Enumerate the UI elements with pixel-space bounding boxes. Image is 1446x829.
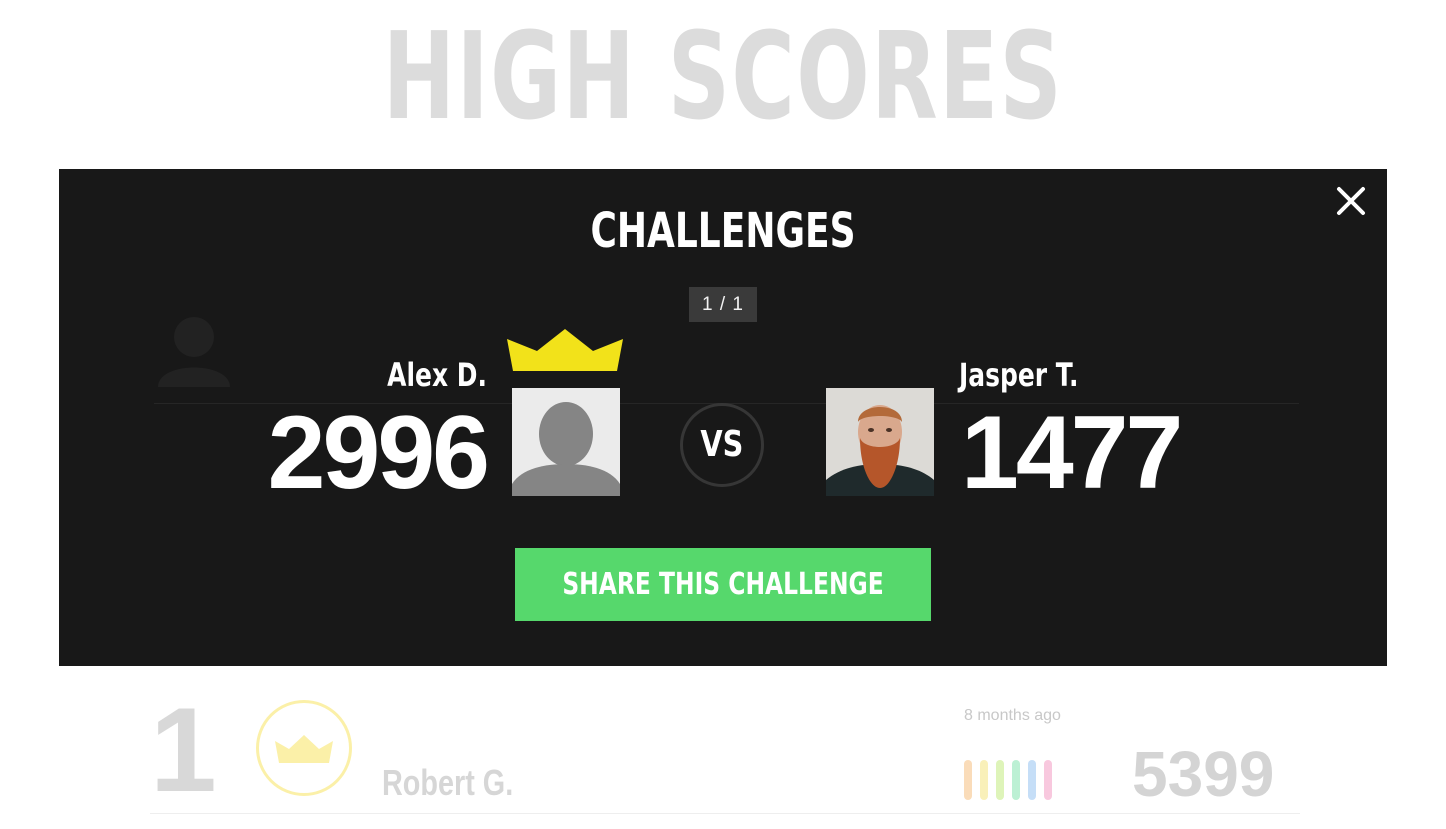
- player-left-avatar: [512, 388, 620, 496]
- player-right-score: 1477: [961, 395, 1183, 511]
- close-icon: [1337, 187, 1365, 215]
- score-bar: [996, 760, 1004, 800]
- photo-avatar-icon: [826, 388, 934, 496]
- leaderboard-score: 5399: [1132, 738, 1275, 810]
- divider: [150, 813, 1300, 814]
- player-right-name: Jasper T.: [959, 356, 1079, 394]
- crown-badge-icon: [256, 700, 352, 796]
- default-avatar-icon: [512, 388, 620, 496]
- challenges-modal: CHALLENGES 1 / 1 Alex D. 2996 VS Jasper …: [59, 169, 1387, 666]
- score-bar: [980, 760, 988, 800]
- modal-title: CHALLENGES: [590, 203, 856, 259]
- crown-icon: [507, 329, 623, 371]
- challenge-pager: 1 / 1: [689, 287, 757, 322]
- close-button[interactable]: [1333, 183, 1369, 219]
- player-right-avatar: [826, 388, 934, 496]
- leaderboard-time: 8 months ago: [964, 707, 1061, 724]
- score-bar: [1044, 760, 1052, 800]
- share-challenge-label: SHARE THIS CHALLENGE: [562, 567, 884, 602]
- leaderboard-name: Robert G.: [382, 762, 514, 803]
- player-left-score: 2996: [267, 395, 490, 511]
- leaderboard-rank: 1: [150, 683, 217, 817]
- page-title: HIGH SCORES: [382, 8, 1064, 147]
- score-bar: [964, 760, 972, 800]
- score-bars: [964, 760, 1052, 800]
- player-left-name: Alex D.: [387, 356, 487, 394]
- share-challenge-button[interactable]: SHARE THIS CHALLENGE: [515, 548, 931, 621]
- vs-badge: VS: [680, 403, 764, 487]
- score-bar: [1028, 760, 1036, 800]
- score-bar: [1012, 760, 1020, 800]
- ghost-avatar-icon: [158, 317, 230, 387]
- vs-label: VS: [700, 424, 744, 465]
